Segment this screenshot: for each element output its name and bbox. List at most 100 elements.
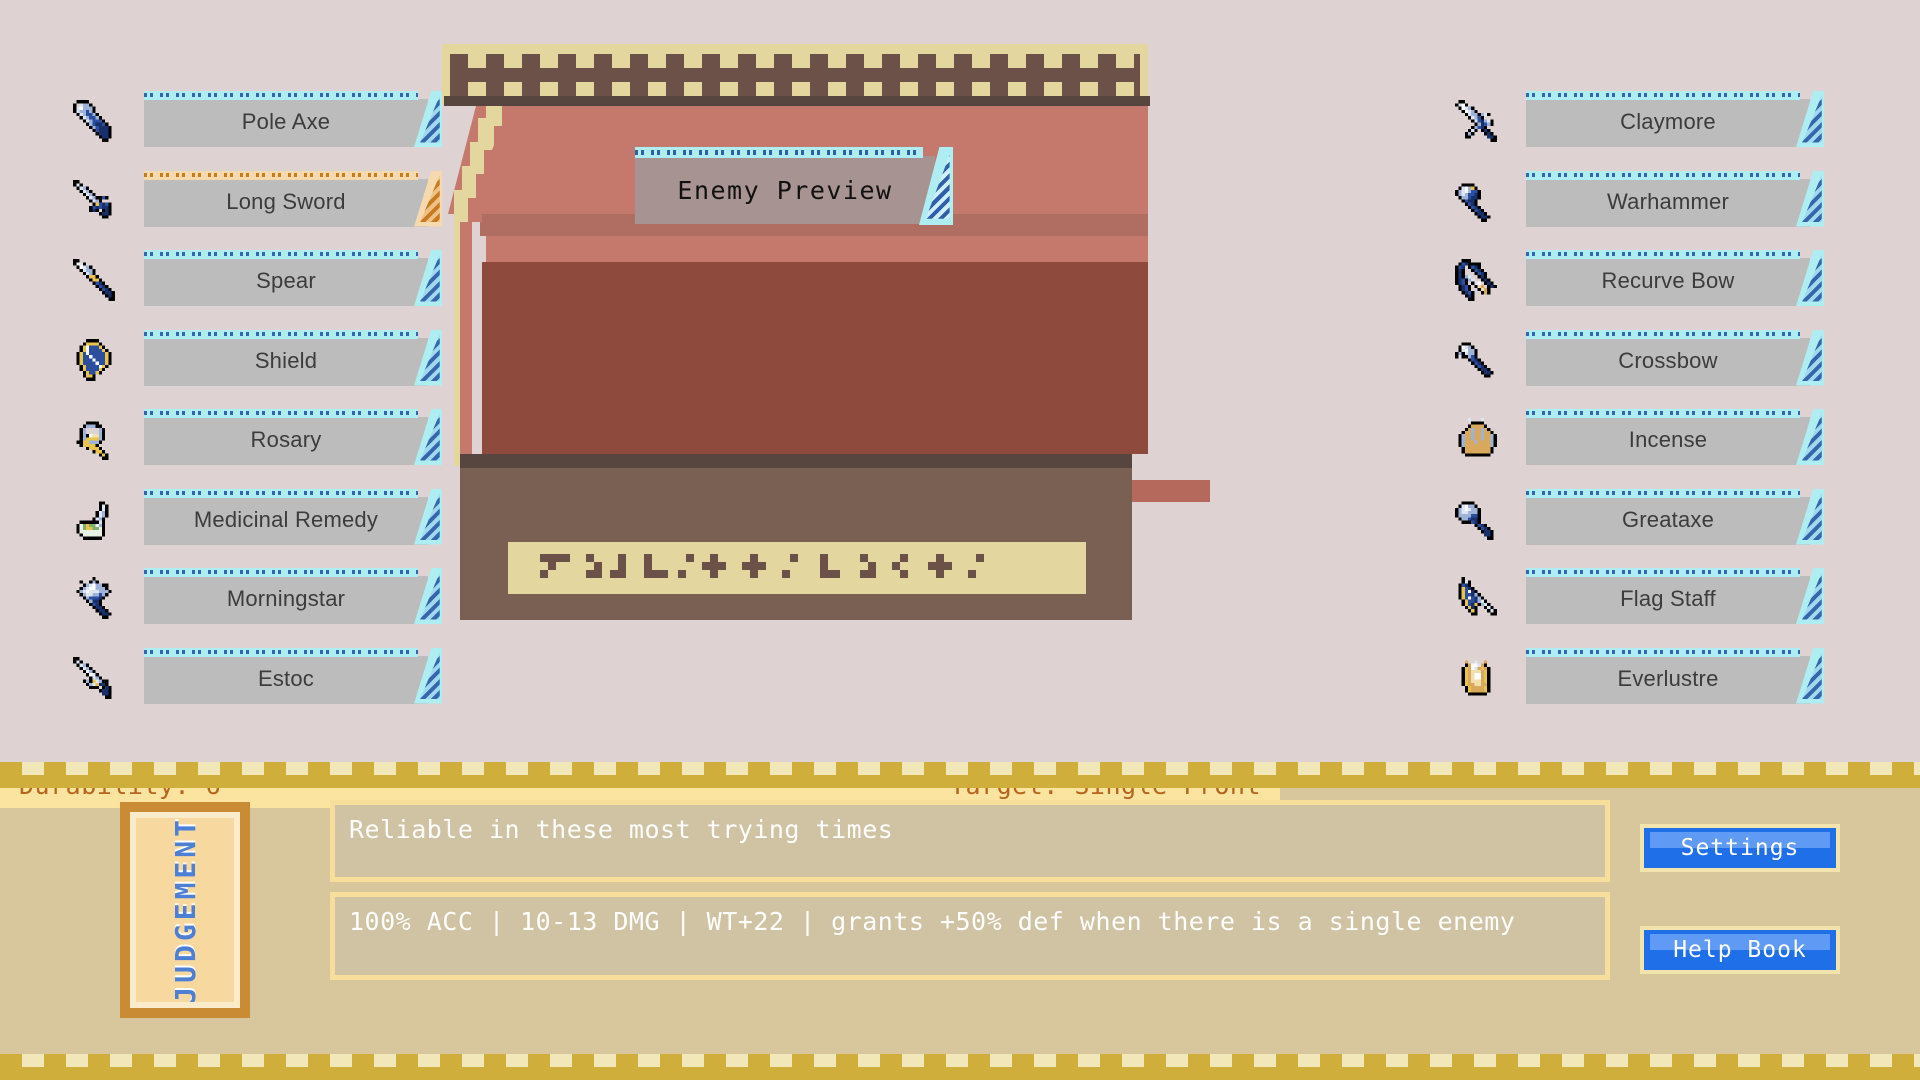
item-row: Everlustre (1450, 647, 1824, 707)
detail-panel: JUDGEMENT Reliable in these most trying … (0, 762, 1920, 1080)
item-button-claymore[interactable]: Claymore (1526, 91, 1824, 147)
item-portrait-card: JUDGEMENT (120, 802, 250, 1018)
chest-lid-shadow-lower (486, 236, 1148, 262)
item-row: Pole Axe (68, 91, 442, 150)
item-button-label: Warhammer (1607, 188, 1729, 214)
claymore-icon[interactable] (1450, 96, 1506, 150)
item-button-top-band (1526, 91, 1800, 100)
item-button-label: Morningstar (226, 586, 346, 611)
medicinal-remedy-icon[interactable] (68, 494, 124, 548)
item-button-flag-staff[interactable]: Flag Staff (1526, 568, 1824, 624)
item-button-top-band (144, 170, 418, 180)
item-button-everlustre[interactable]: Everlustre (1526, 647, 1824, 704)
rosary-icon[interactable] (68, 414, 124, 468)
item-row: Estoc (68, 647, 442, 707)
item-button-corner-wedge (414, 647, 442, 704)
chest-lid-divider (444, 96, 1150, 106)
item-button-warhammer[interactable]: Warhammer (1526, 170, 1824, 227)
enemy-preview-button[interactable]: Enemy Preview (635, 147, 953, 225)
item-button-medicinal-remedy[interactable]: Medicinal Remedy (144, 488, 442, 545)
chest-base-divider (460, 454, 1132, 468)
item-row: Greataxe (1450, 488, 1824, 548)
item-button-top-band (144, 329, 418, 339)
item-button-greataxe[interactable]: Greataxe (1526, 488, 1824, 545)
pole-axe-icon[interactable] (68, 96, 124, 150)
item-button-corner-wedge (1796, 91, 1824, 147)
item-button-corner-wedge (1796, 568, 1824, 624)
item-button-top-band (1526, 647, 1800, 657)
morningstar-icon[interactable] (68, 573, 124, 627)
item-row: Long Sword (68, 170, 442, 230)
greataxe-icon[interactable] (1450, 494, 1506, 548)
item-button-top-band (1526, 409, 1800, 418)
recurve-bow-icon[interactable] (1450, 255, 1506, 309)
treasure-chest-display: Enemy Preview (420, 44, 1210, 954)
item-button-incense[interactable]: Incense (1526, 409, 1824, 465)
chest-rune-glyphs (540, 554, 1010, 584)
left-item-column: Pole Axe Long Sword Spear Shield Rosary Medic… (68, 91, 442, 707)
item-button-morningstar[interactable]: Morningstar (144, 568, 442, 624)
flavour-text: Reliable in these most trying times (349, 815, 894, 844)
long-sword-icon[interactable] (68, 176, 124, 230)
item-button-label: Crossbow (1618, 347, 1718, 373)
item-button-label: Everlustre (1617, 665, 1719, 691)
item-button-spear[interactable]: Spear (144, 250, 442, 306)
item-button-top-band (1526, 568, 1800, 577)
flavour-text-box: Reliable in these most trying times (330, 800, 1610, 882)
item-button-top-band (1526, 170, 1800, 180)
estoc-icon[interactable] (68, 653, 124, 707)
item-row: Shield (68, 329, 442, 389)
settings-button-label: Settings (1680, 835, 1800, 861)
item-row: Incense (1450, 409, 1824, 468)
item-button-label: Shield (254, 347, 318, 373)
item-button-corner-wedge (1796, 409, 1824, 465)
item-button-top-band (1526, 250, 1800, 259)
item-button-label: Incense (1628, 427, 1708, 452)
item-button-estoc[interactable]: Estoc (144, 647, 442, 704)
everlustre-icon[interactable] (1450, 653, 1506, 707)
item-row: Warhammer (1450, 170, 1824, 230)
spear-icon[interactable] (68, 255, 124, 309)
item-button-label: Greataxe (1621, 506, 1715, 532)
item-button-rosary[interactable]: Rosary (144, 409, 442, 465)
item-button-label: Long Sword (226, 188, 346, 214)
item-button-label: Claymore (1620, 109, 1716, 134)
item-row: Flag Staff (1450, 568, 1824, 627)
item-button-label: Estoc (257, 665, 315, 691)
item-row: Spear (68, 250, 442, 309)
item-row: Crossbow (1450, 329, 1824, 389)
item-button-label: Spear (256, 268, 316, 293)
crossbow-icon[interactable] (1450, 335, 1506, 389)
shield-icon[interactable] (68, 335, 124, 389)
item-button-pole-axe[interactable]: Pole Axe (144, 91, 442, 147)
item-button-corner-wedge (1796, 647, 1824, 704)
item-button-long-sword[interactable]: Long Sword (144, 170, 442, 227)
chest-interior (482, 262, 1210, 502)
item-row: Medicinal Remedy (68, 488, 442, 548)
item-button-label: Flag Staff (1620, 586, 1716, 611)
flag-staff-icon[interactable] (1450, 573, 1506, 627)
item-button-label: Recurve Bow (1601, 268, 1735, 293)
item-button-label: Rosary (250, 427, 322, 452)
item-button-crossbow[interactable]: Crossbow (1526, 329, 1824, 386)
item-row: Morningstar (68, 568, 442, 627)
item-button-shield[interactable]: Shield (144, 329, 442, 386)
settings-button[interactable]: Settings (1640, 824, 1840, 872)
item-button-top-band (1526, 488, 1800, 498)
enemy-preview-top-band (635, 147, 923, 158)
item-button-label: Medicinal Remedy (193, 506, 379, 532)
help-book-button[interactable]: Help Book (1640, 926, 1840, 974)
item-button-top-band (144, 568, 418, 577)
item-card-name: JUDGEMENT (168, 816, 202, 1004)
warhammer-icon[interactable] (1450, 176, 1506, 230)
panel-bottom-border (0, 1054, 1920, 1080)
stats-text-box: 100% ACC | 10-13 DMG | WT+22 | grants +5… (330, 892, 1610, 980)
item-row: Claymore (1450, 91, 1824, 150)
item-button-corner-wedge (1796, 488, 1824, 545)
item-row: Recurve Bow (1450, 250, 1824, 309)
item-button-recurve-bow[interactable]: Recurve Bow (1526, 250, 1824, 306)
item-button-top-band (144, 647, 418, 657)
panel-top-border (0, 762, 1920, 788)
incense-icon[interactable] (1450, 414, 1506, 468)
stats-text: 100% ACC | 10-13 DMG | WT+22 | grants +5… (349, 907, 1516, 936)
